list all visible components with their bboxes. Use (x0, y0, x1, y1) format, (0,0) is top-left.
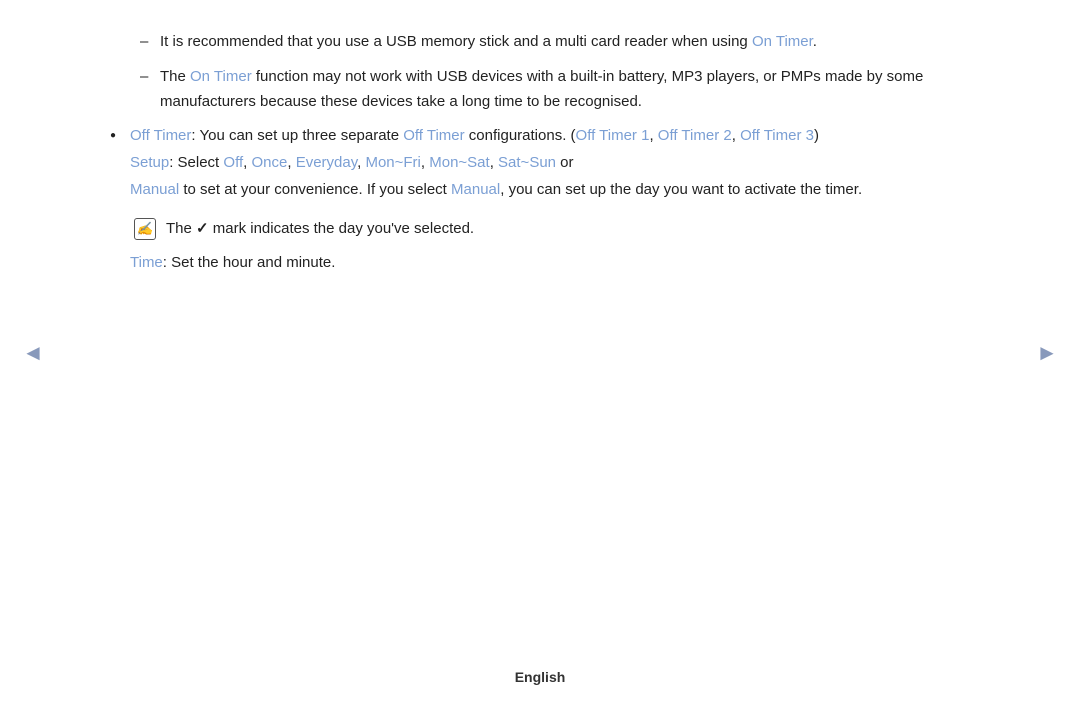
off-timer-text2: configurations. ( (465, 127, 576, 144)
setup-comma4: , (421, 154, 429, 171)
monsat-link[interactable]: Mon~Sat (429, 154, 489, 171)
sub-bullet-1-text-after: . (813, 33, 817, 50)
off-timer-text1: : You can set up three separate (191, 127, 403, 144)
note-icon-symbol: ✍ (137, 218, 153, 239)
everyday-link[interactable]: Everyday (296, 154, 357, 171)
off-timer-block: Off Timer: You can set up three separate… (130, 124, 970, 276)
satson-link[interactable]: Sat~Sun (498, 154, 556, 171)
sub-bullet-2-text-after: function may not work with USB devices w… (160, 68, 923, 110)
sub-bullet-1-text-before: It is recommended that you use a USB mem… (160, 33, 752, 50)
main-bullet-list: Off Timer: You can set up three separate… (110, 124, 970, 276)
time-link[interactable]: Time (130, 254, 163, 271)
setup-line: Setup: Select Off, Once, Everyday, Mon~F… (130, 151, 970, 176)
page-container: It is recommended that you use a USB mem… (0, 0, 1080, 705)
main-bullet-item-off-timer: Off Timer: You can set up three separate… (110, 124, 970, 276)
manual-link-2[interactable]: Manual (451, 181, 500, 198)
off-timer-comma1: , (649, 127, 657, 144)
setup-comma2: , (287, 154, 295, 171)
manual-link-1[interactable]: Manual (130, 181, 179, 198)
setup-link[interactable]: Setup (130, 154, 169, 171)
checkmark-symbol: ✓ (196, 220, 209, 237)
off-timer-3-link[interactable]: Off Timer 3 (740, 127, 814, 144)
off-timer-close-paren: ) (814, 127, 819, 144)
setup-text1: : Select (169, 154, 223, 171)
footer: English (0, 669, 1080, 685)
note-text: The ✓ mark indicates the day you've sele… (166, 217, 474, 242)
note-text-before: The (166, 220, 196, 237)
manual-text2: , you can set up the day you want to act… (500, 181, 862, 198)
off-link[interactable]: Off (223, 154, 243, 171)
setup-text7: or (556, 154, 574, 171)
note-icon: ✍ (134, 218, 156, 240)
note-row: ✍ The ✓ mark indicates the day you've se… (130, 217, 970, 242)
sub-bullet-item-2: The On Timer function may not work with … (140, 65, 970, 115)
off-timer-2-link[interactable]: Off Timer 2 (658, 127, 732, 144)
once-link[interactable]: Once (251, 154, 287, 171)
content-area: It is recommended that you use a USB mem… (110, 30, 970, 276)
sub-bullet-item-1: It is recommended that you use a USB mem… (140, 30, 970, 55)
on-timer-link-2[interactable]: On Timer (190, 68, 252, 85)
off-timer-1-link[interactable]: Off Timer 1 (576, 127, 650, 144)
off-timer-line-1: Off Timer: You can set up three separate… (130, 124, 970, 149)
manual-line: Manual to set at your convenience. If yo… (130, 178, 970, 203)
manual-text1: to set at your convenience. If you selec… (179, 181, 451, 198)
note-text-after: mark indicates the day you've selected. (209, 220, 475, 237)
time-text: : Set the hour and minute. (163, 254, 336, 271)
monfri-link[interactable]: Mon~Fri (365, 154, 420, 171)
off-timer-link-main[interactable]: Off Timer (130, 127, 191, 144)
off-timer-comma2: , (732, 127, 740, 144)
on-timer-link-1[interactable]: On Timer (752, 33, 813, 50)
time-line: Time: Set the hour and minute. (130, 251, 970, 276)
off-timer-link-2[interactable]: Off Timer (403, 127, 464, 144)
sub-bullet-list: It is recommended that you use a USB mem… (140, 30, 970, 114)
setup-comma5: , (490, 154, 498, 171)
footer-language: English (515, 669, 566, 685)
sub-bullet-2-text-before: The (160, 68, 190, 85)
